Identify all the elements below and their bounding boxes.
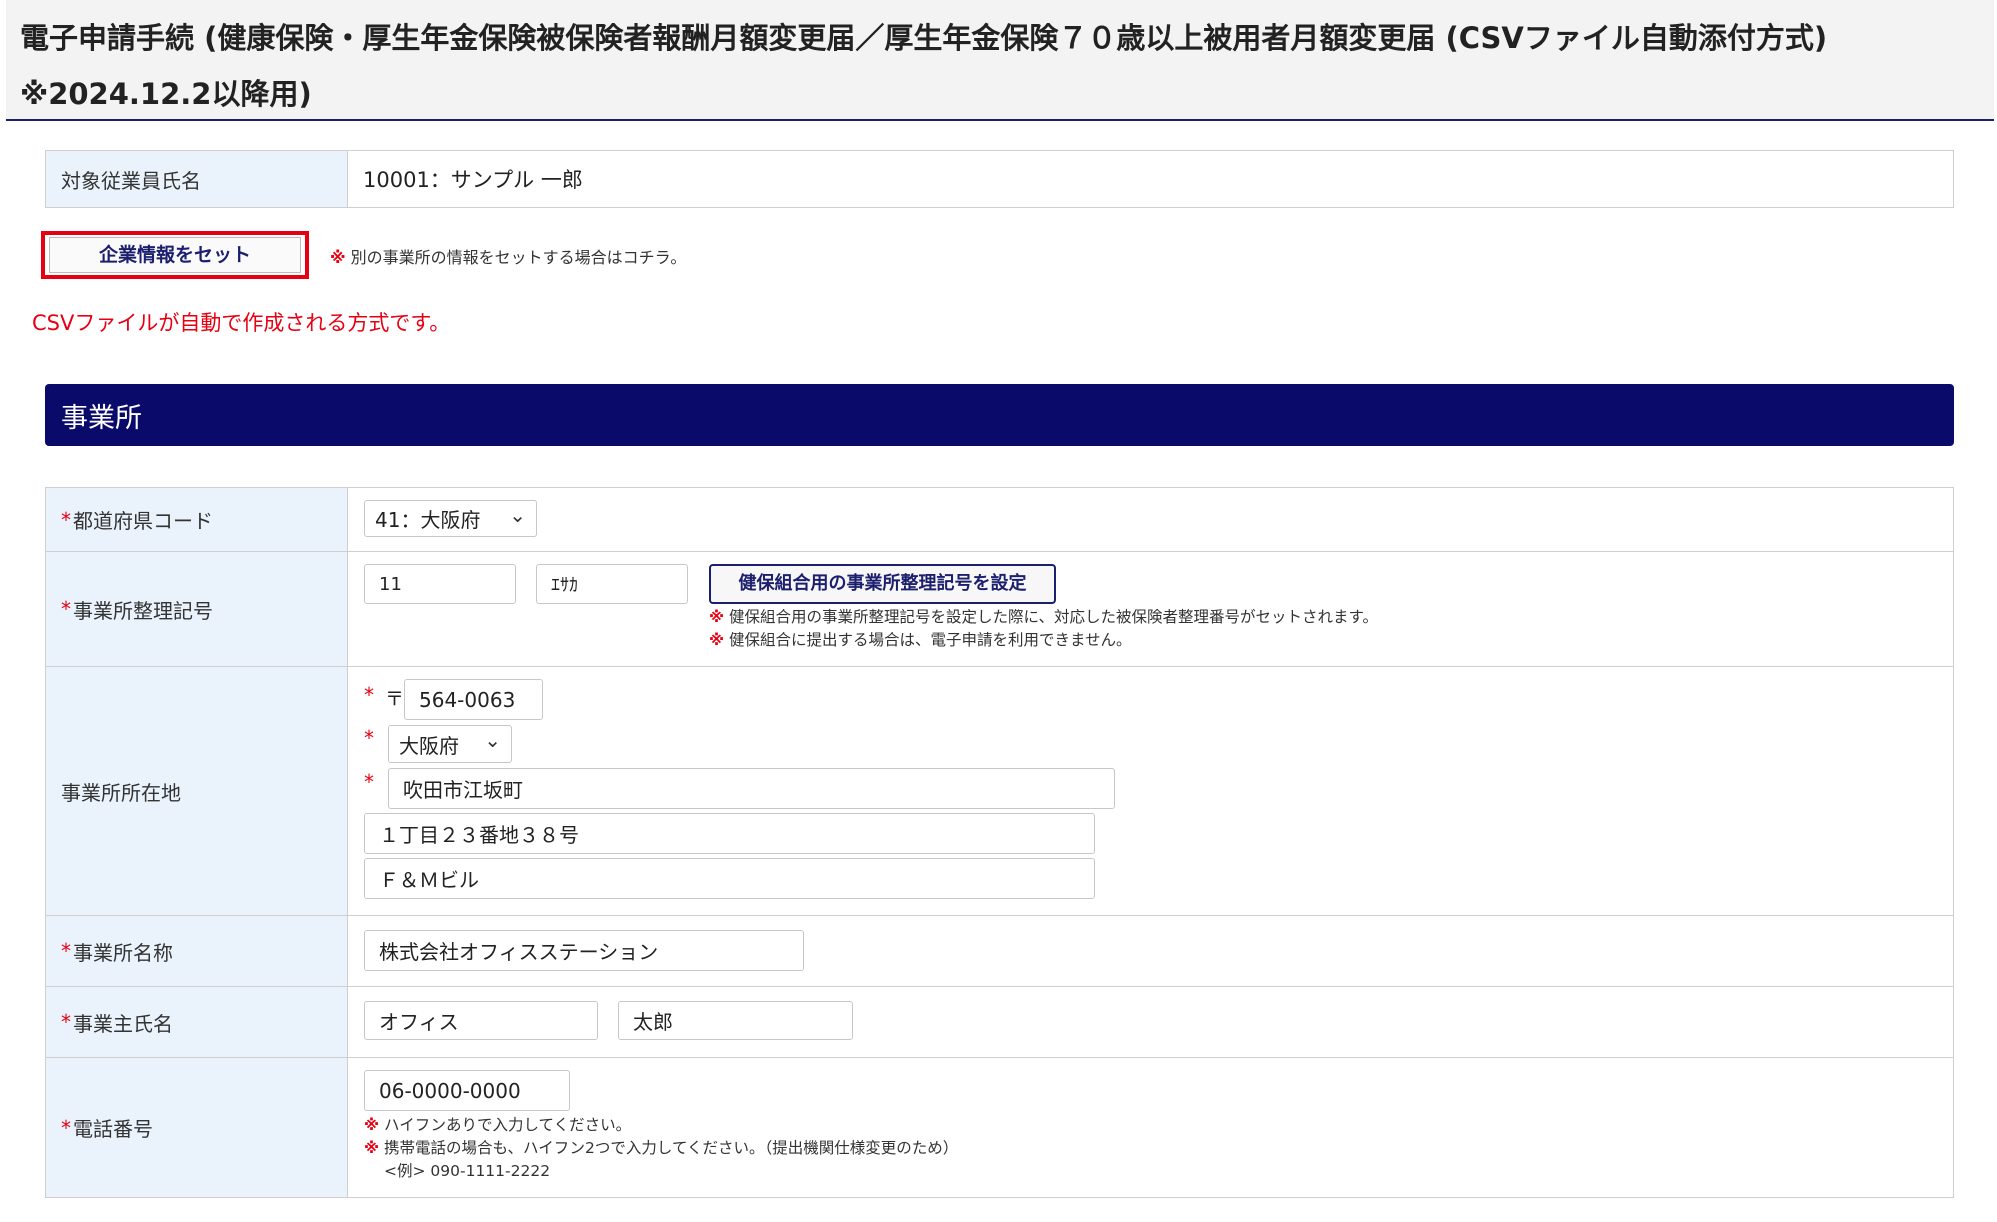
note-mark: ※: [709, 608, 725, 626]
owner-name-label-text: 事業主氏名: [73, 1011, 173, 1036]
phone-cell: 06-0000-0000 ※ ハイフンありで入力してください。 ※ 携帯電話の場…: [348, 1058, 1953, 1197]
office-name-value: 株式会社オフィスステーション: [379, 940, 659, 964]
office-code-value-2: ｴｻｶ: [551, 575, 578, 596]
address-line1-input[interactable]: １丁目２３番地３８号: [364, 813, 1095, 854]
postal-code-input[interactable]: 564-0063: [404, 679, 543, 720]
owner-first-name-value: 太郎: [633, 1010, 673, 1034]
address-city-value: 吹田市江坂町: [403, 778, 523, 802]
phone-example: <例> 090-1111-2222: [384, 1162, 551, 1180]
office-code-input-2[interactable]: ｴｻｶ: [536, 564, 688, 604]
required-mark: *: [61, 507, 71, 532]
address-line2-input[interactable]: Ｆ＆Ｍビル: [364, 858, 1095, 899]
row-prefecture-code: * 都道府県コード 41：大阪府: [46, 488, 1953, 552]
required-mark: *: [364, 770, 374, 794]
employee-table: 対象従業員氏名 10001：サンプル 一郎: [45, 150, 1954, 208]
address-city-input[interactable]: 吹田市江坂町: [388, 768, 1115, 809]
office-name-label-text: 事業所名称: [73, 940, 173, 965]
employee-value: 10001：サンプル 一郎: [363, 168, 583, 192]
office-code-cell: 11 ｴｻｶ 健保組合用の事業所整理記号を設定 ※ 健保組合用の事業所整理記号を…: [348, 552, 1953, 666]
csv-mode-note: CSVファイルが自動で作成される方式です。: [32, 311, 451, 335]
address-line2-value: Ｆ＆Ｍビル: [379, 868, 479, 892]
note-mark: ※: [364, 1139, 380, 1157]
row-office-name: * 事業所名称 株式会社オフィスステーション: [46, 916, 1953, 987]
phone-label: * 電話番号: [46, 1058, 348, 1197]
phone-note-1-text: ハイフンありで入力してください。: [384, 1116, 632, 1134]
postal-mark: 〒: [385, 688, 405, 710]
set-company-note-text: 別の事業所の情報をセットする場合はコチラ。: [350, 248, 687, 267]
phone-label-text: 電話番号: [73, 1117, 153, 1141]
owner-last-name-input[interactable]: オフィス: [364, 1001, 598, 1040]
address-prefecture-value: 大阪府: [399, 733, 459, 758]
office-name-input[interactable]: 株式会社オフィスステーション: [364, 930, 804, 971]
office-code-note-2: ※ 健保組合に提出する場合は、電子申請を利用できません。: [709, 629, 1132, 652]
address-line1-value: １丁目２３番地３８号: [379, 823, 579, 847]
owner-name-cell: オフィス 太郎: [348, 987, 1953, 1057]
phone-note-1: ※ ハイフンありで入力してください。: [364, 1114, 631, 1137]
required-mark: *: [61, 939, 71, 963]
set-kenpo-office-code-button[interactable]: 健保組合用の事業所整理記号を設定: [709, 564, 1056, 604]
required-mark: *: [61, 1010, 71, 1034]
office-code-note-1-text: 健保組合用の事業所整理記号を設定した際に、対応した被保険者整理番号がセットされま…: [729, 608, 1379, 626]
prefecture-code-cell: 41：大阪府: [348, 488, 1953, 551]
prefecture-code-label-text: 都道府県コード: [73, 509, 213, 533]
office-code-label-text: 事業所整理記号: [73, 598, 213, 623]
row-phone: * 電話番号 06-0000-0000 ※ ハイフンありで入力してください。 ※…: [46, 1058, 1953, 1197]
required-mark: *: [61, 597, 71, 621]
phone-input[interactable]: 06-0000-0000: [364, 1070, 570, 1111]
row-office-address: 事業所所在地 * 〒 564-0063 * 大阪府 * 吹田市江坂町 １丁目２３…: [46, 667, 1953, 916]
office-code-value-1: 11: [379, 573, 402, 595]
prefecture-code-label: * 都道府県コード: [46, 488, 348, 551]
phone-note-2-text: 携帯電話の場合も、ハイフン2つで入力してください。（提出機関仕様変更のため）: [384, 1139, 959, 1157]
set-company-info-label: 企業情報をセット: [49, 237, 301, 273]
office-name-cell: 株式会社オフィスステーション: [348, 916, 1953, 986]
postal-code-value: 564-0063: [419, 687, 516, 712]
office-address-cell: * 〒 564-0063 * 大阪府 * 吹田市江坂町 １丁目２３番地３８号 Ｆ…: [348, 667, 1953, 915]
owner-name-label: * 事業主氏名: [46, 987, 348, 1057]
phone-note-2: ※ 携帯電話の場合も、ハイフン2つで入力してください。（提出機関仕様変更のため）: [364, 1137, 958, 1160]
prefecture-code-value: 41：大阪府: [375, 508, 481, 532]
prefecture-code-select[interactable]: 41：大阪府: [364, 500, 537, 537]
phone-value: 06-0000-0000: [379, 1078, 521, 1103]
set-company-info-button[interactable]: 企業情報をセット: [41, 231, 309, 279]
page-title: 電子申請手続 (健康保険・厚生年金保険被保険者報酬月額変更届／厚生年金保険７０歳…: [20, 21, 1828, 111]
office-code-label: * 事業所整理記号: [46, 552, 348, 666]
office-name-label: * 事業所名称: [46, 916, 348, 986]
set-company-note: ※ 別の事業所の情報をセットする場合はコチラ。: [330, 244, 686, 268]
owner-last-name-value: オフィス: [379, 1010, 459, 1034]
note-mark: ※: [709, 631, 725, 649]
office-form: * 都道府県コード 41：大阪府 * 事業所整理記号 11 ｴｻｶ 健保組合用の…: [45, 487, 1954, 1198]
required-mark: *: [364, 726, 374, 750]
office-code-input-1[interactable]: 11: [364, 564, 516, 604]
required-mark: *: [61, 1115, 71, 1140]
note-mark: ※: [364, 1116, 380, 1134]
office-code-note-1: ※ 健保組合用の事業所整理記号を設定した際に、対応した被保険者整理番号がセットさ…: [709, 606, 1378, 629]
note-mark: ※: [330, 248, 346, 267]
employee-label: 対象従業員氏名: [46, 151, 348, 207]
row-owner-name: * 事業主氏名 オフィス 太郎: [46, 987, 1953, 1058]
address-prefecture-select[interactable]: 大阪府: [388, 725, 512, 763]
owner-first-name-input[interactable]: 太郎: [618, 1001, 853, 1040]
page-header: 電子申請手続 (健康保険・厚生年金保険被保険者報酬月額変更届／厚生年金保険７０歳…: [6, 0, 1994, 121]
office-code-note-2-text: 健保組合に提出する場合は、電子申請を利用できません。: [729, 631, 1132, 649]
row-office-code: * 事業所整理記号 11 ｴｻｶ 健保組合用の事業所整理記号を設定 ※ 健保組合…: [46, 552, 1953, 667]
section-header-office: 事業所: [45, 384, 1954, 446]
office-address-label: 事業所所在地: [46, 667, 348, 915]
required-mark: *: [364, 683, 374, 707]
